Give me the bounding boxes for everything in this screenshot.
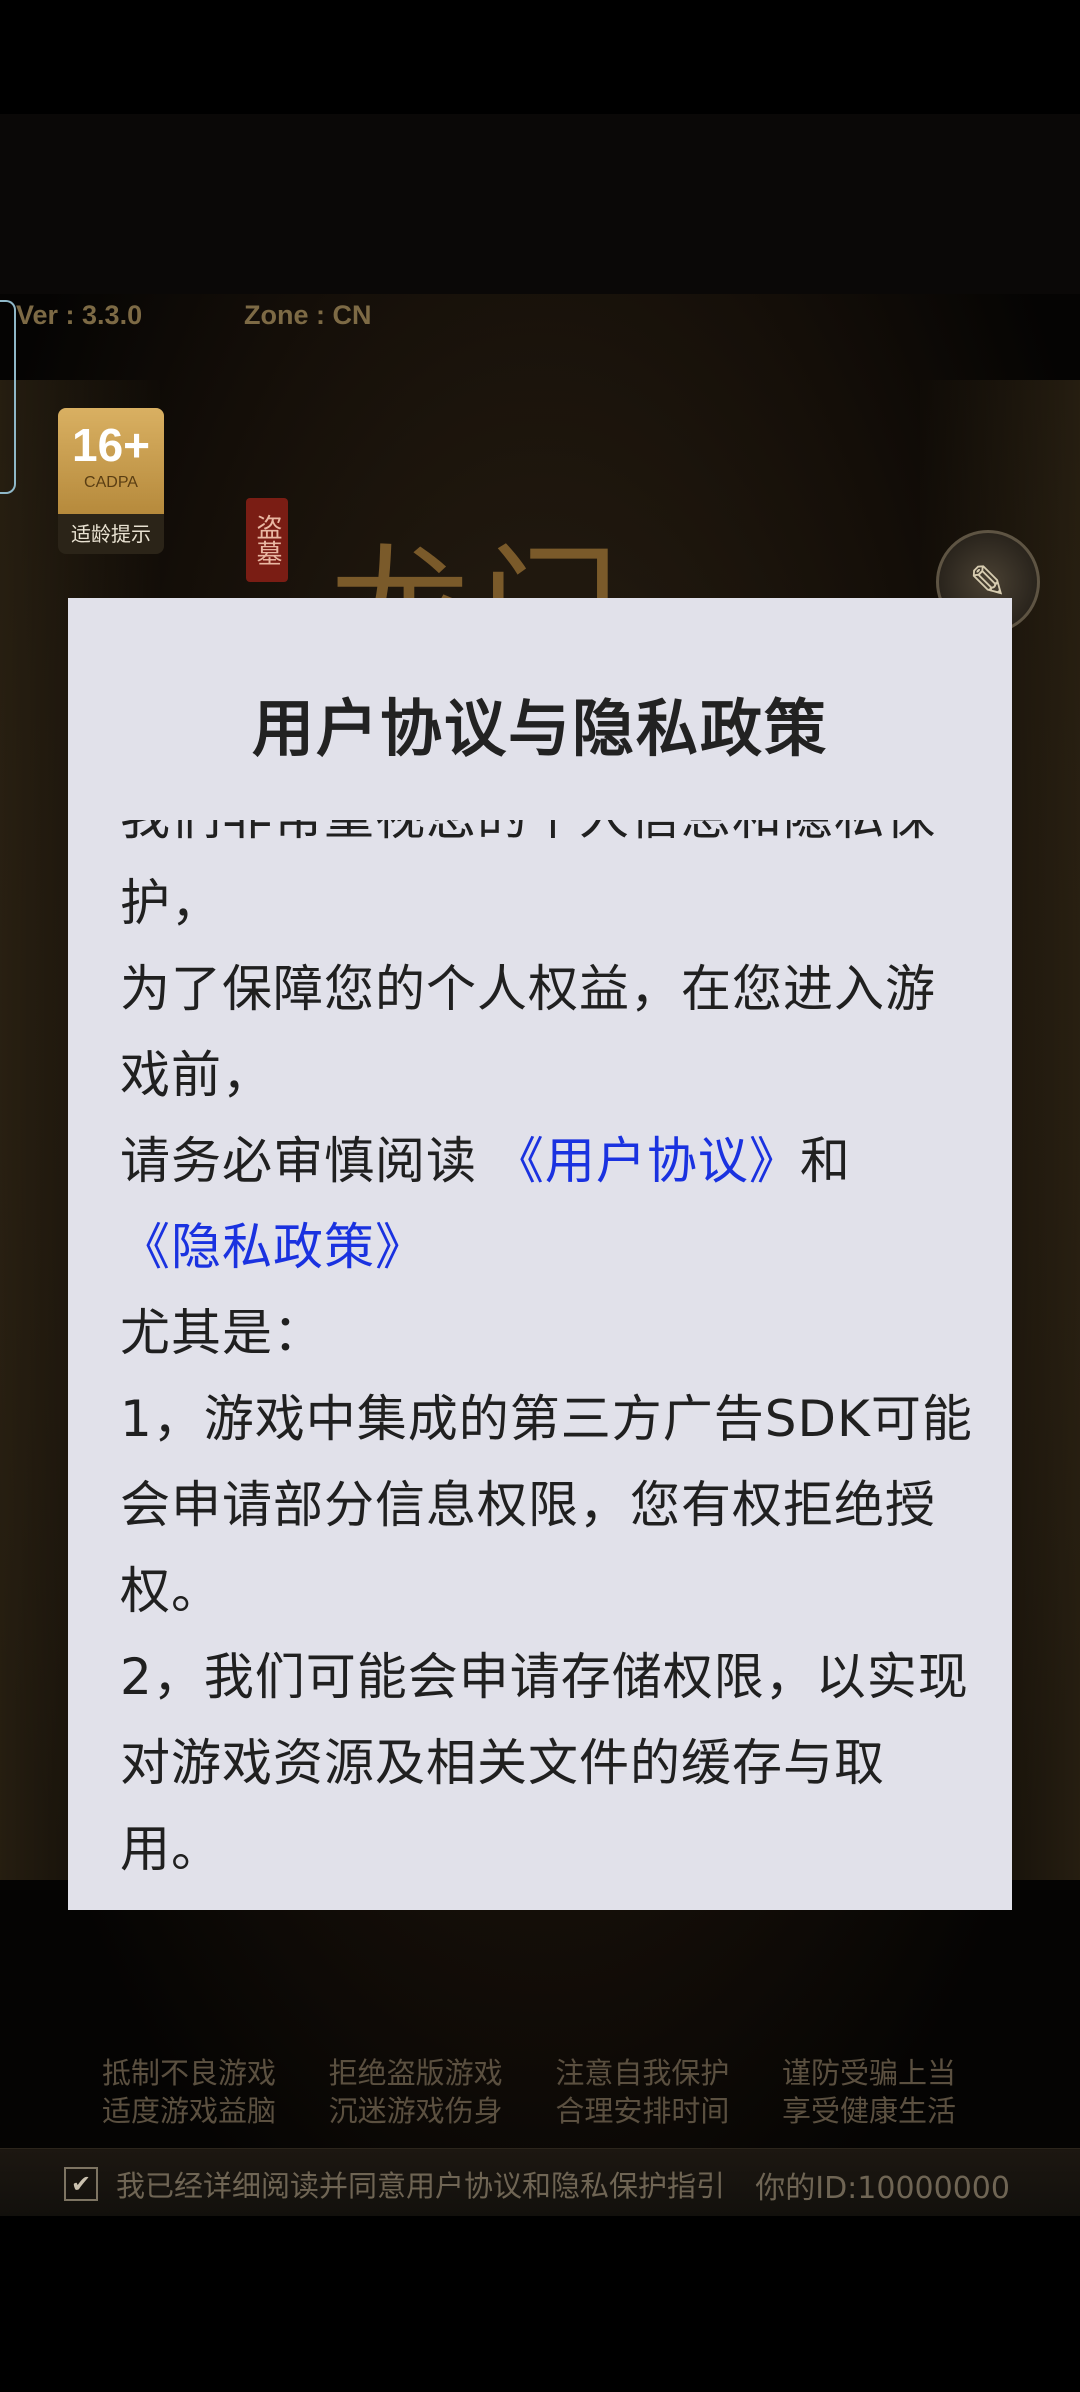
- age-rating-badge[interactable]: 16+ CADPA 适龄提示: [58, 408, 164, 554]
- age-rating-label: 适龄提示: [71, 522, 151, 546]
- health-tips: 抵制不良游戏 拒绝盗版游戏 注意自我保护 谨防受骗上当 适度游戏益脑 沉迷游戏伤…: [102, 2054, 1002, 2130]
- consent-bar: ✔ 我已经详细阅读并同意用户协议和隐私保护指引 你的ID:10000000: [0, 2148, 1080, 2217]
- tips-row-1: 抵制不良游戏 拒绝盗版游戏 注意自我保护 谨防受骗上当: [102, 2054, 1002, 2092]
- dialog-body[interactable]: 我们非常重视您的个人信息和隐私保护， 为了保障您的个人权益，在您进入游戏前， 请…: [120, 820, 980, 1910]
- consent-text[interactable]: 我已经详细阅读并同意用户协议和隐私保护指引: [116, 2163, 725, 2205]
- user-agreement-link[interactable]: 《用户协议》: [494, 1132, 800, 1190]
- side-drawer-handle[interactable]: [0, 300, 16, 494]
- tips-row-2: 适度游戏益脑 沉迷游戏伤身 合理安排时间 享受健康生活: [102, 2092, 1002, 2130]
- and-text: 和: [799, 1132, 851, 1190]
- especially-label: 尤其是：: [120, 1304, 324, 1362]
- privacy-policy-link[interactable]: 《隐私政策》: [120, 1218, 426, 1276]
- point-2: 2，我们可能会申请存储权限，以实现对游戏资源及相关文件的缓存与取用。: [120, 1648, 969, 1878]
- version-label: Ver : 3.3.0: [16, 300, 143, 330]
- player-id: 你的ID:10000000: [755, 2171, 1010, 2206]
- tip-item: 注意自我保护: [555, 2056, 730, 2090]
- paragraph-read: 请务必审慎阅读 《用户协议》和 《隐私政策》: [120, 1118, 980, 1290]
- consent-checkbox[interactable]: ✔: [64, 2167, 98, 2201]
- tip-item: 合理安排时间: [555, 2094, 730, 2128]
- tip-item: 抵制不良游戏: [102, 2056, 277, 2090]
- top-band: [0, 114, 1080, 294]
- zone-label: Zone : CN: [244, 300, 372, 330]
- paragraph-protect: 为了保障您的个人权益，在您进入游戏前，: [120, 960, 936, 1104]
- point-1: 1，游戏中集成的第三方广告SDK可能会申请部分信息权限，您有权拒绝授权。: [120, 1390, 973, 1620]
- privacy-dialog: 用户协议与隐私政策 我们非常重视您的个人信息和隐私保护， 为了保障您的个人权益，…: [68, 598, 1012, 1910]
- tip-item: 享受健康生活: [781, 2094, 956, 2128]
- tip-item: 拒绝盗版游戏: [328, 2056, 503, 2090]
- paragraph-intro: 我们非常重视您的个人信息和隐私保护，: [120, 820, 935, 932]
- tip-item: 沉迷游戏伤身: [328, 2094, 503, 2128]
- bottom-area: [0, 2216, 1080, 2392]
- read-prefix: 请务必审慎阅读: [120, 1132, 494, 1190]
- game-seal: 盗墓: [246, 498, 288, 582]
- age-rating-number: 16+: [71, 419, 151, 471]
- status-bar-area: [0, 0, 1080, 114]
- dialog-title: 用户协议与隐私政策: [251, 692, 828, 765]
- age-rating-top: 16+ CADPA: [58, 408, 164, 514]
- age-rating-org: CADPA: [84, 474, 138, 491]
- tip-item: 适度游戏益脑: [102, 2094, 277, 2128]
- tip-item: 谨防受骗上当: [781, 2056, 956, 2090]
